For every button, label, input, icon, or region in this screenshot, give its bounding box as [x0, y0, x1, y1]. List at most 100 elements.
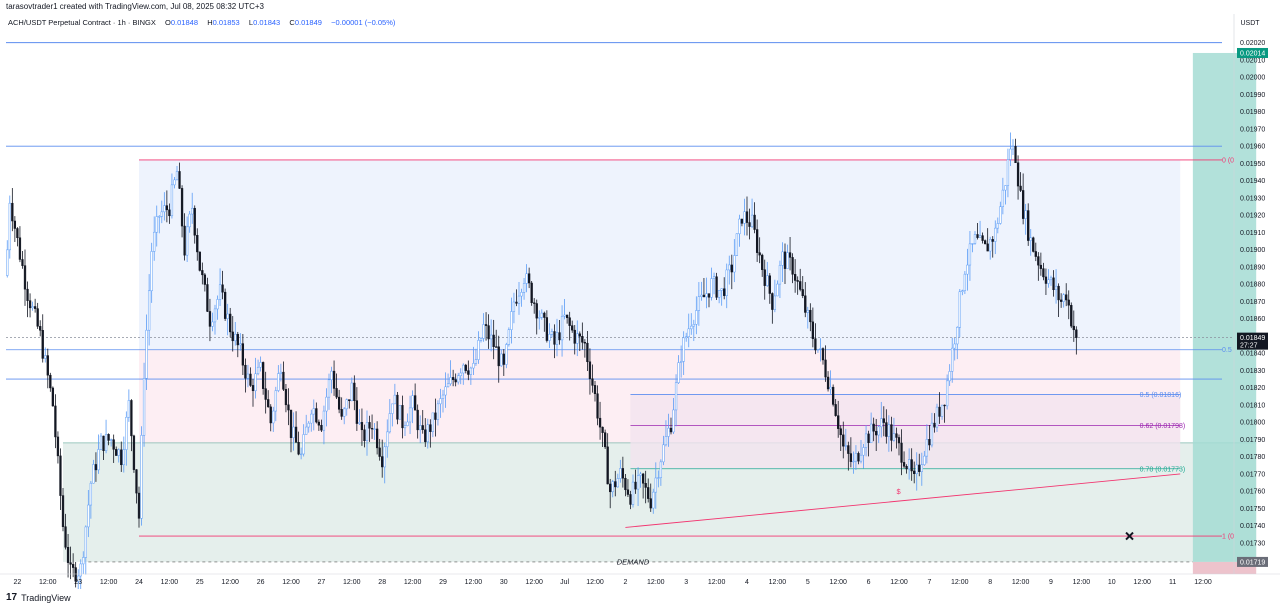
x-tick-label: 12:00 [161, 579, 179, 586]
x-tick-label: 5 [806, 579, 810, 586]
candle-body [705, 293, 708, 298]
candle-body [943, 404, 946, 407]
low-value: 0.01843 [253, 18, 281, 27]
candle-body [381, 456, 384, 468]
x-tick-label: 7 [927, 579, 931, 586]
candle-body [928, 439, 931, 446]
candle-body [259, 362, 262, 368]
tradingview-logo[interactable]: 17 TradingView [6, 592, 71, 603]
candle-body [424, 429, 427, 443]
candle-body [66, 546, 70, 563]
candle-body [578, 333, 581, 337]
y-tick-label: 0.01790 [1240, 437, 1265, 444]
candle-body [573, 329, 576, 344]
tradingview-logo-icon: 17 [6, 592, 18, 603]
candle-body [198, 251, 201, 271]
candle-body [201, 270, 204, 276]
candle-body [968, 243, 972, 266]
candle-body [738, 218, 741, 235]
candle-body [819, 348, 822, 350]
candle-body [147, 290, 151, 331]
candle-body [930, 422, 934, 446]
candle-body [839, 428, 842, 436]
x-tick-label: 12:00 [221, 579, 239, 586]
candle-body [677, 362, 680, 384]
x-tick-label: 9 [1049, 579, 1053, 586]
candle-body [375, 428, 379, 449]
candle-body [1059, 299, 1063, 302]
x-tick-label: 27 [318, 579, 326, 586]
x-tick-label: 12:00 [404, 579, 422, 586]
candle-body [302, 434, 305, 455]
candle-body [781, 251, 784, 266]
candle-body [441, 394, 445, 399]
candle-body [33, 306, 37, 309]
candle-body [497, 346, 500, 367]
candle-body [715, 276, 718, 298]
candle-body [287, 404, 290, 411]
candle-body [299, 453, 303, 456]
candle-body [99, 435, 103, 450]
candle-body [933, 422, 936, 428]
candle-body [94, 464, 98, 471]
chart-caption: tarasovtrader1 created with TradingView.… [6, 2, 264, 11]
candle-body [837, 415, 840, 429]
candle-body [1034, 251, 1037, 257]
brand-name: TradingView [21, 592, 71, 603]
candle-body [92, 464, 95, 484]
x-tick-label: 26 [257, 579, 265, 586]
candle-body [593, 385, 597, 395]
candle-body [614, 481, 617, 488]
candle-body [755, 229, 759, 253]
candle-body [193, 207, 196, 236]
candle-body [462, 364, 465, 374]
candle-body [223, 291, 227, 319]
demand-label: DEMAND [617, 557, 650, 566]
candle-body [611, 481, 614, 493]
candle-body [535, 303, 538, 319]
candle-body [82, 557, 85, 565]
candle-body [831, 386, 835, 405]
candle-body [1011, 146, 1015, 150]
candle-body [408, 407, 412, 423]
x-tick-label: 28 [378, 579, 386, 586]
candle-body [634, 481, 637, 490]
x-tick-label: 2 [623, 579, 627, 586]
candle-body [1049, 277, 1053, 281]
candle-body [137, 492, 141, 519]
x-tick-label: 12:00 [1012, 579, 1030, 586]
last-price-tag: 0.01849 [1240, 335, 1265, 342]
candle-body [540, 312, 543, 318]
range-zone [139, 159, 1181, 350]
candle-body [522, 283, 526, 293]
x-tick-label: 12:00 [951, 579, 969, 586]
price-chart[interactable]: DEMAND 0 (0 0.5 1 (0 0.5 (0.01816) 0.62 (0.01… [0, 14, 1280, 589]
candle-body [125, 416, 128, 450]
stop-price-tag: 0.01719 [1240, 559, 1265, 566]
x-tick-label: 12:00 [1194, 579, 1212, 586]
candle-body [213, 308, 217, 323]
y-tick-label: 0.01820 [1240, 385, 1265, 392]
x-tick-label: 29 [439, 579, 447, 586]
candle-body [854, 453, 858, 462]
candle-body [439, 398, 442, 405]
candle-body [895, 433, 898, 438]
x-tick-label: 10 [1108, 579, 1116, 586]
candle-body [411, 395, 414, 409]
candle-body [710, 278, 713, 298]
candle-body [142, 378, 146, 436]
candle-body [872, 423, 875, 432]
candle-body [730, 264, 733, 273]
candle-body [218, 284, 222, 300]
candle-body [150, 251, 153, 292]
candle-body [264, 388, 267, 400]
candle-body [373, 428, 376, 430]
candle-body [606, 446, 609, 485]
candle-body [1052, 277, 1055, 290]
candle-body [829, 386, 832, 390]
candle-body [852, 460, 855, 463]
ote-label-2: 0.78 (0.01773) [1140, 466, 1186, 473]
candle-body [641, 473, 645, 484]
candle-body [793, 274, 797, 281]
candle-body [236, 333, 239, 346]
